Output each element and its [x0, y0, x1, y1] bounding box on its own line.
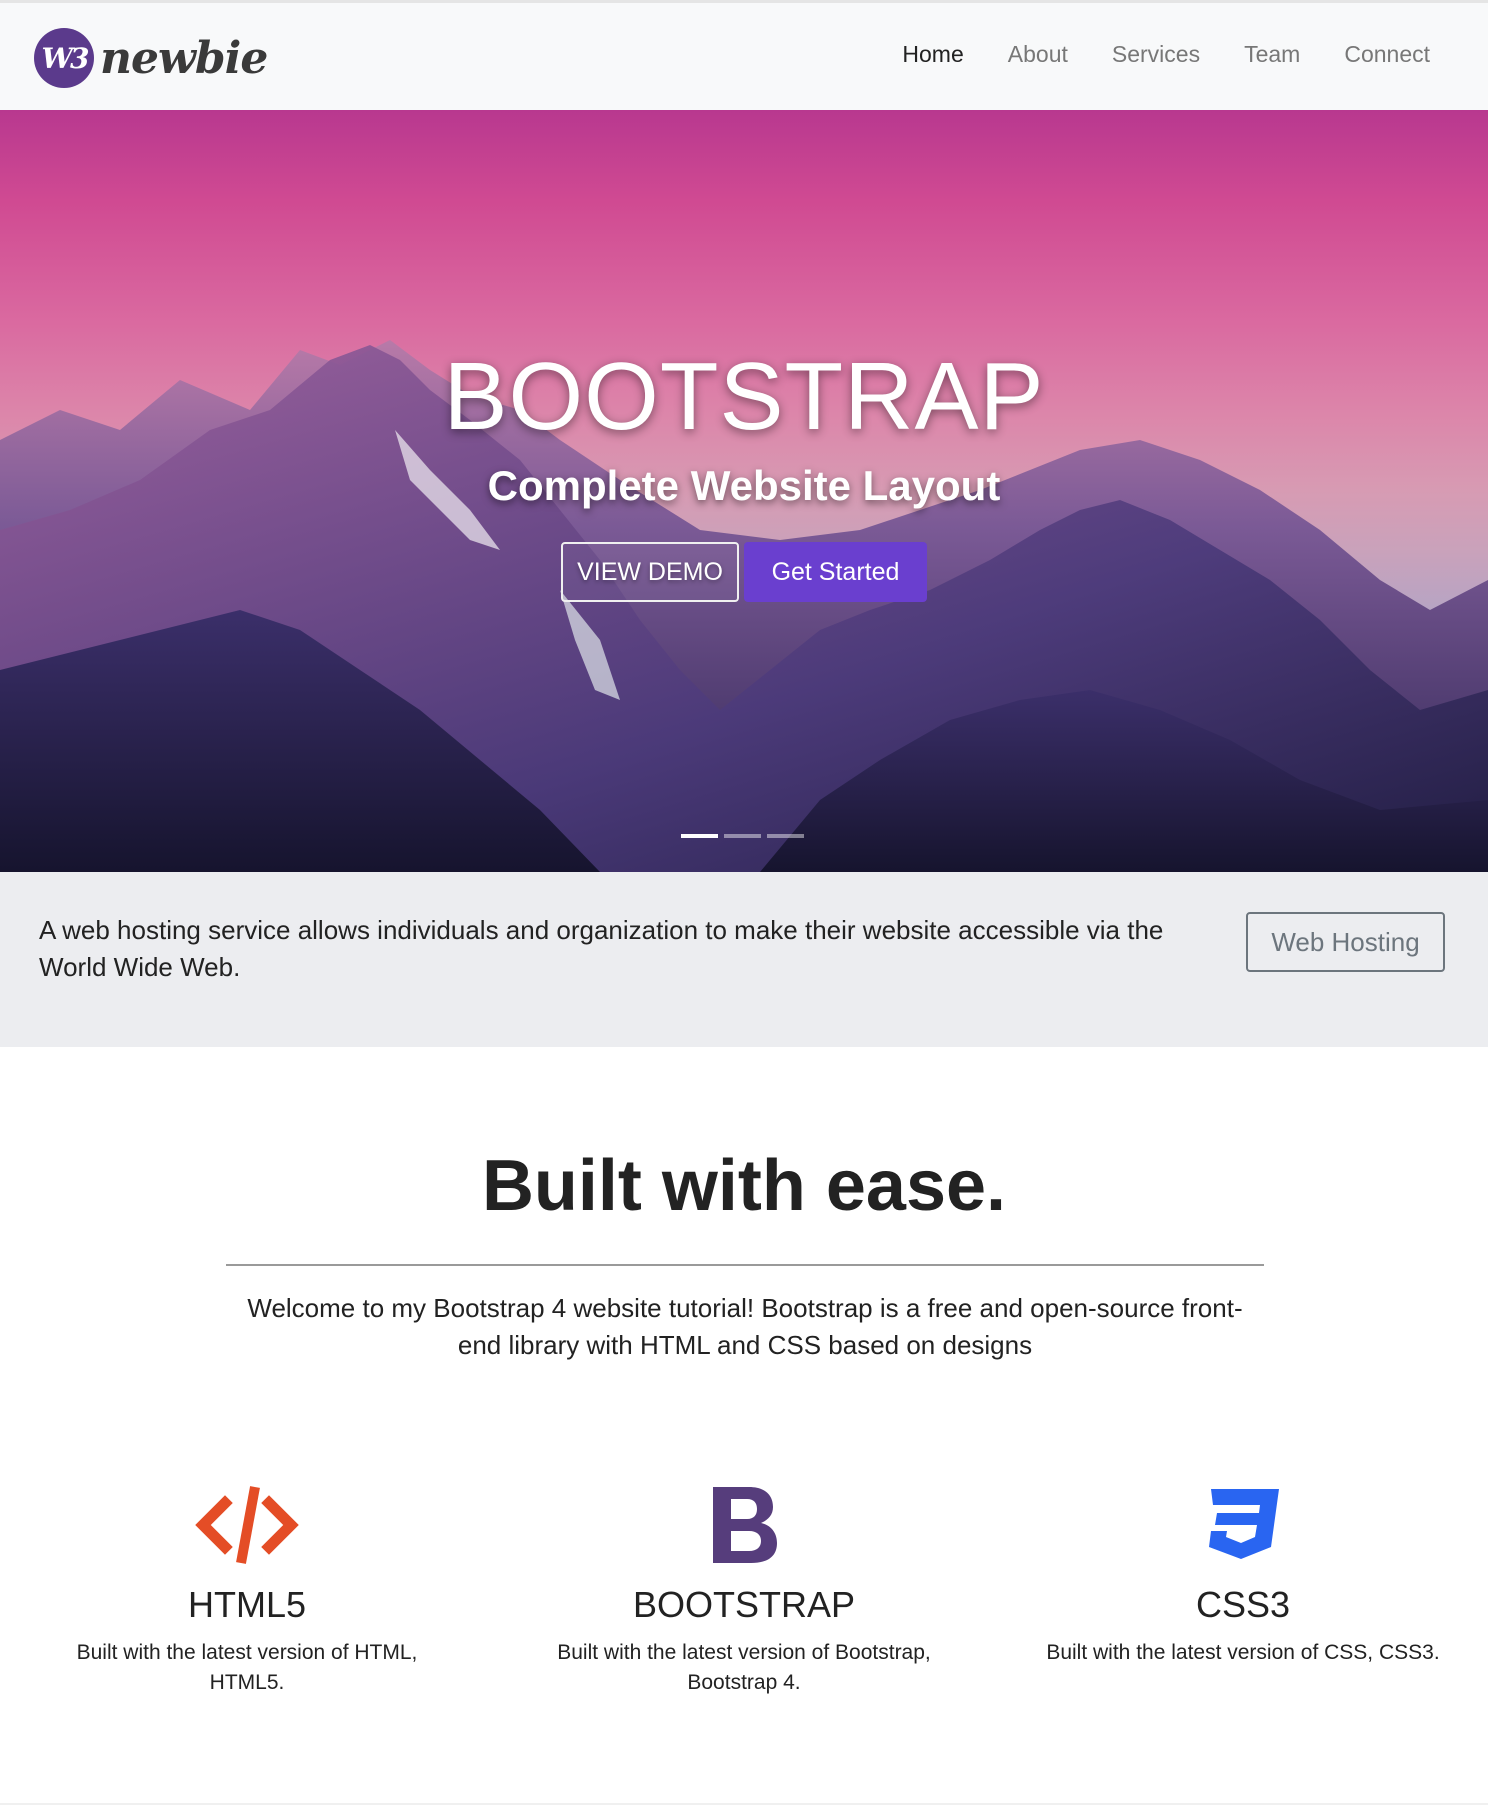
feature-text: Built with the latest version of Bootstr… — [557, 1641, 931, 1694]
carousel-indicator-3[interactable] — [767, 834, 804, 838]
welcome-divider — [226, 1264, 1264, 1266]
welcome-lead: Welcome to my Bootstrap 4 website tutori… — [247, 1293, 1243, 1360]
nav-item-team[interactable]: Team — [1244, 41, 1300, 68]
carousel-indicators — [681, 834, 804, 838]
view-demo-button[interactable]: VIEW DEMO — [561, 542, 739, 602]
hero-carousel: BOOTSTRAP Complete Website Layout VIEW D… — [0, 110, 1488, 872]
bootstrap-icon — [534, 1480, 954, 1570]
hero-title: BOOTSTRAP — [443, 343, 1045, 450]
feature-css3: CSS3 Built with the latest version of CS… — [1033, 1480, 1453, 1668]
css3-icon — [1033, 1480, 1453, 1570]
web-hosting-button[interactable]: Web Hosting — [1246, 912, 1445, 972]
feature-text: Built with the latest version of HTML, H… — [76, 1641, 418, 1694]
page-bottom-divider — [0, 1803, 1488, 1805]
nav-item-about[interactable]: About — [1008, 41, 1068, 68]
feature-bootstrap: BOOTSTRAP Built with the latest version … — [534, 1480, 954, 1698]
code-icon — [37, 1480, 457, 1570]
logo-mark-icon: W3 — [34, 28, 94, 88]
feature-html5: HTML5 Built with the latest version of H… — [37, 1480, 457, 1698]
carousel-indicator-2[interactable] — [724, 834, 761, 838]
main-nav: Home About Services Team Connect — [902, 41, 1430, 68]
hosting-band: A web hosting service allows individuals… — [0, 872, 1488, 1047]
brand-name: newbie — [100, 32, 268, 84]
carousel-indicator-1[interactable] — [681, 834, 718, 838]
nav-item-home[interactable]: Home — [902, 41, 963, 68]
nav-item-services[interactable]: Services — [1112, 41, 1200, 68]
navbar: W3 newbie Home About Services Team Conne… — [0, 0, 1488, 110]
nav-item-connect[interactable]: Connect — [1344, 41, 1430, 68]
get-started-button[interactable]: Get Started — [744, 542, 927, 602]
hero-subtitle: Complete Website Layout — [487, 462, 1001, 509]
feature-title: CSS3 — [1195, 1584, 1291, 1625]
hosting-description: A web hosting service allows individuals… — [39, 915, 1164, 982]
feature-title: BOOTSTRAP — [632, 1584, 856, 1625]
feature-text: Built with the latest version of CSS, CS… — [1046, 1641, 1440, 1664]
brand-logo[interactable]: W3 newbie — [34, 27, 268, 89]
feature-title: HTML5 — [187, 1584, 307, 1625]
welcome-title: Built with ease. — [481, 1146, 1007, 1226]
